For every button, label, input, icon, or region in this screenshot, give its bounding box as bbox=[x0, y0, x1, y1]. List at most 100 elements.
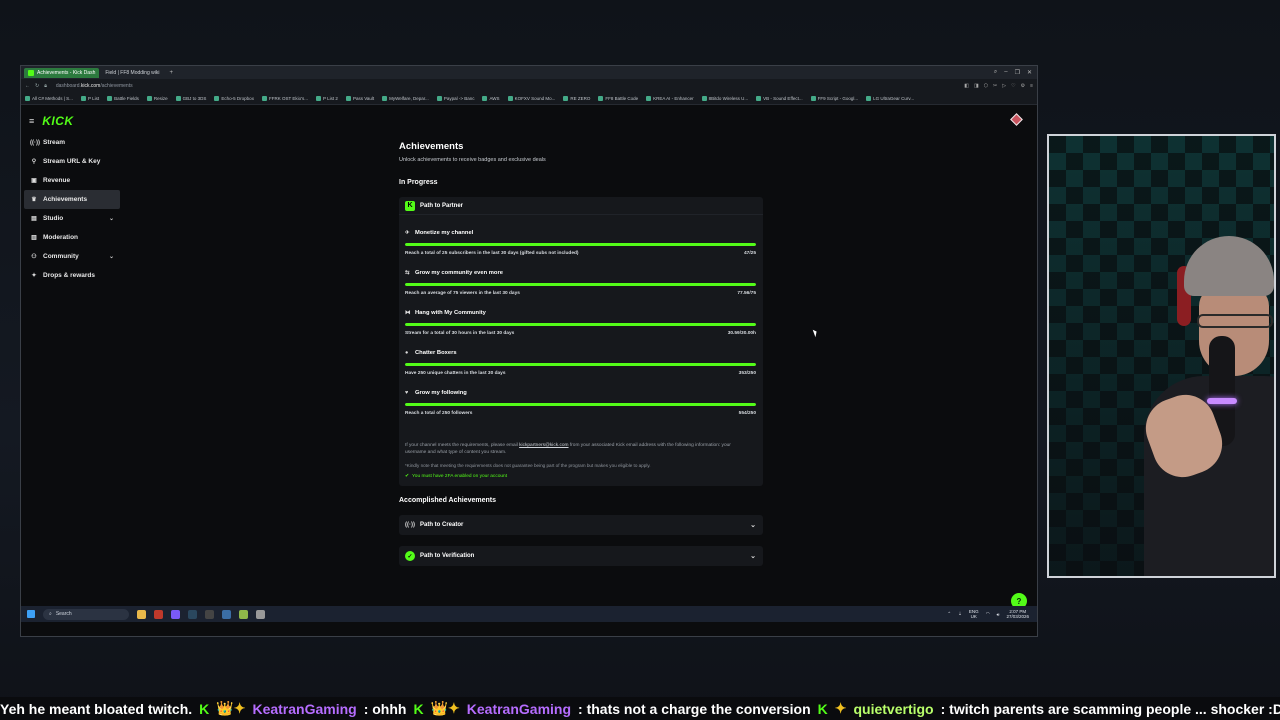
shield-icon: ▥ bbox=[31, 235, 37, 241]
bookmark-item[interactable]: FFRK OST Ekio's... bbox=[261, 96, 308, 101]
steam-icon[interactable] bbox=[188, 609, 197, 619]
bookmark-item[interactable]: GBJ to 3DS bbox=[175, 96, 206, 101]
file-explorer-icon[interactable] bbox=[137, 609, 146, 619]
volume-icon[interactable]: 🔊︎ bbox=[997, 612, 1000, 617]
bookmark-item[interactable]: AWS bbox=[482, 96, 500, 101]
bookmark-item[interactable]: Echo-5 Dropbox bbox=[214, 96, 254, 101]
partner-email-link[interactable]: kickpartners@kick.com bbox=[519, 443, 568, 448]
windows-start-icon[interactable] bbox=[27, 610, 35, 618]
tab-achievements[interactable]: Achievements - Kick Dash bbox=[24, 67, 100, 78]
new-tab-button[interactable]: + bbox=[165, 70, 177, 76]
extension-icon[interactable]: ⬡ bbox=[984, 83, 988, 89]
chevron-down-icon[interactable]: ⌄ bbox=[109, 215, 114, 222]
bookmark-item[interactable]: Pass Vault bbox=[345, 96, 374, 101]
kick-logo[interactable]: KICK bbox=[42, 114, 73, 128]
accordion-path-to-creator[interactable]: ((·)) Path to Creator ⌄ bbox=[399, 515, 763, 535]
studio-icon: ▤ bbox=[31, 216, 37, 222]
extension-icon[interactable]: ✂ bbox=[993, 83, 997, 89]
eligibility-disclaimer: *Kindly note that meeting the requiremen… bbox=[405, 463, 651, 468]
chevron-down-icon[interactable]: ⌄ bbox=[750, 521, 756, 529]
lock-icon: 🔒︎ bbox=[44, 83, 47, 89]
bookmark-item[interactable]: P List bbox=[80, 96, 99, 101]
obs-icon[interactable] bbox=[205, 609, 214, 619]
bookmark-item[interactable]: P List 2 bbox=[316, 96, 338, 101]
goal-value: 47/25 bbox=[743, 251, 756, 256]
chevron-down-icon[interactable]: ⌄ bbox=[109, 253, 114, 260]
bookmark-icon bbox=[261, 96, 267, 101]
rocket-icon: ✈ bbox=[405, 230, 410, 236]
discord-icon[interactable] bbox=[171, 609, 180, 619]
bookmark-label: AWS bbox=[489, 96, 500, 101]
sidebar-item-stream[interactable]: ((·)) Stream bbox=[24, 133, 120, 152]
chat-badge-icon: 👑✦ bbox=[430, 700, 460, 716]
twofa-text: You must have 2FA enabled on your accoun… bbox=[412, 474, 508, 479]
clock[interactable]: 2:07 PM 27/03/2026 bbox=[1006, 609, 1029, 619]
in-progress-heading: In Progress bbox=[399, 179, 438, 186]
key-icon: ⚲ bbox=[31, 159, 37, 165]
bookmark-item[interactable]: 8Bitdo Wireless U... bbox=[701, 96, 748, 101]
chat-username: KeatranGaming bbox=[252, 700, 357, 717]
language-indicator[interactable]: ENG UK bbox=[969, 609, 979, 619]
back-icon[interactable]: ← bbox=[25, 83, 30, 89]
favorite-icon[interactable]: ♡ bbox=[1011, 83, 1015, 89]
chevron-up-icon[interactable]: ⌃ bbox=[947, 611, 951, 617]
sidebar-item-stream-url-key[interactable]: ⚲ Stream URL & Key bbox=[24, 152, 120, 171]
opera-icon[interactable] bbox=[154, 609, 163, 619]
checkmark-icon: ✔ bbox=[405, 474, 410, 479]
twofa-requirement: ✔ You must have 2FA enabled on your accou… bbox=[405, 474, 507, 479]
sidebar-item-moderation[interactable]: ▥ Moderation bbox=[24, 228, 120, 247]
sidebar-item-achievements[interactable]: ♛ Achievements bbox=[24, 190, 120, 209]
network-icon[interactable]: ⇣ bbox=[958, 611, 962, 617]
bookmark-label: MyWelfare, Depar... bbox=[389, 96, 429, 101]
notepad-icon[interactable] bbox=[239, 609, 248, 619]
sidebar-item-revenue[interactable]: ▣ Revenue bbox=[24, 171, 120, 190]
chat-message: : ohhh bbox=[363, 700, 407, 717]
bookmark-item[interactable]: KOFXV Sound Mo... bbox=[507, 96, 555, 101]
taskbar-search[interactable]: ⌕ Search bbox=[43, 608, 129, 620]
avatar[interactable] bbox=[1010, 113, 1023, 126]
extension-icon[interactable]: ◨ bbox=[974, 83, 979, 89]
bookmark-item[interactable]: Battle Fields bbox=[107, 96, 139, 101]
taskbar-search-label: Search bbox=[55, 611, 72, 617]
bookmark-item[interactable]: MyWelfare, Depar... bbox=[382, 96, 429, 101]
chat-badge-icon: ✦ bbox=[834, 700, 847, 716]
progress-bar bbox=[405, 323, 756, 326]
sidebar: ≡ KICK ((·)) Stream ⚲ Stream URL & Key ▣… bbox=[21, 105, 121, 622]
bookmark-item[interactable]: KREA AI - Enhancer bbox=[646, 96, 694, 101]
extension-icon[interactable]: ◧ bbox=[964, 83, 969, 89]
bookmark-item[interactable]: RE ZERO bbox=[563, 96, 590, 101]
settings-icon[interactable] bbox=[256, 609, 265, 619]
url-field[interactable]: dashboard. kick.com/achievements bbox=[52, 82, 959, 91]
wifi-icon[interactable]: ◠ bbox=[986, 611, 990, 617]
reload-icon[interactable]: ↻ bbox=[35, 83, 39, 89]
close-icon[interactable]: ✕ bbox=[1027, 69, 1032, 76]
goal-title: Grow my following bbox=[415, 390, 467, 396]
app-icon[interactable] bbox=[222, 609, 231, 619]
search-icon[interactable]: ⌕ bbox=[994, 69, 997, 76]
hamburger-icon[interactable]: ≡ bbox=[29, 116, 34, 126]
bookmark-item[interactable]: FF8 Battle Code bbox=[598, 96, 638, 101]
lang-region: UK bbox=[970, 614, 977, 619]
minimize-icon[interactable]: – bbox=[1004, 69, 1007, 76]
bookmark-icon bbox=[701, 96, 707, 101]
bookmark-item[interactable]: Resize bbox=[146, 96, 168, 101]
restore-icon[interactable]: ❐ bbox=[1015, 69, 1020, 76]
goal-item: ♥ Grow my following Reach a total of 250 … bbox=[405, 389, 756, 416]
bookmark-icon bbox=[175, 96, 181, 101]
bookmark-item[interactable]: Paypal -> Banc bbox=[436, 96, 474, 101]
sidebar-item-studio[interactable]: ▤ Studio ⌄ bbox=[24, 209, 120, 228]
tab-ff8-wiki[interactable]: Field | FF8 Modding wiki bbox=[101, 68, 163, 78]
broadcast-icon: ((·)) bbox=[405, 522, 415, 528]
chevron-down-icon[interactable]: ⌄ bbox=[750, 552, 756, 560]
accordion-path-to-verification[interactable]: ✓ Path to Verification ⌄ bbox=[399, 546, 763, 566]
bookmark-item[interactable]: All C# Methods | S... bbox=[25, 96, 73, 101]
extension-icon[interactable]: ▷ bbox=[1002, 83, 1006, 89]
sidebar-item-community[interactable]: ⚇ Community ⌄ bbox=[24, 247, 120, 266]
bookmark-item[interactable]: VB - Sound Effect... bbox=[756, 96, 803, 101]
bookmark-item[interactable]: LG UltraGear Curv... bbox=[866, 96, 914, 101]
menu-icon[interactable]: ≡ bbox=[1030, 83, 1033, 89]
bookmark-item[interactable]: FF9 Script - Googl... bbox=[810, 96, 858, 101]
progress-fill bbox=[405, 323, 756, 326]
extension-icon[interactable]: ⚙ bbox=[1021, 83, 1025, 89]
sidebar-item-drops-rewards[interactable]: ✦ Drops & rewards bbox=[24, 266, 120, 285]
